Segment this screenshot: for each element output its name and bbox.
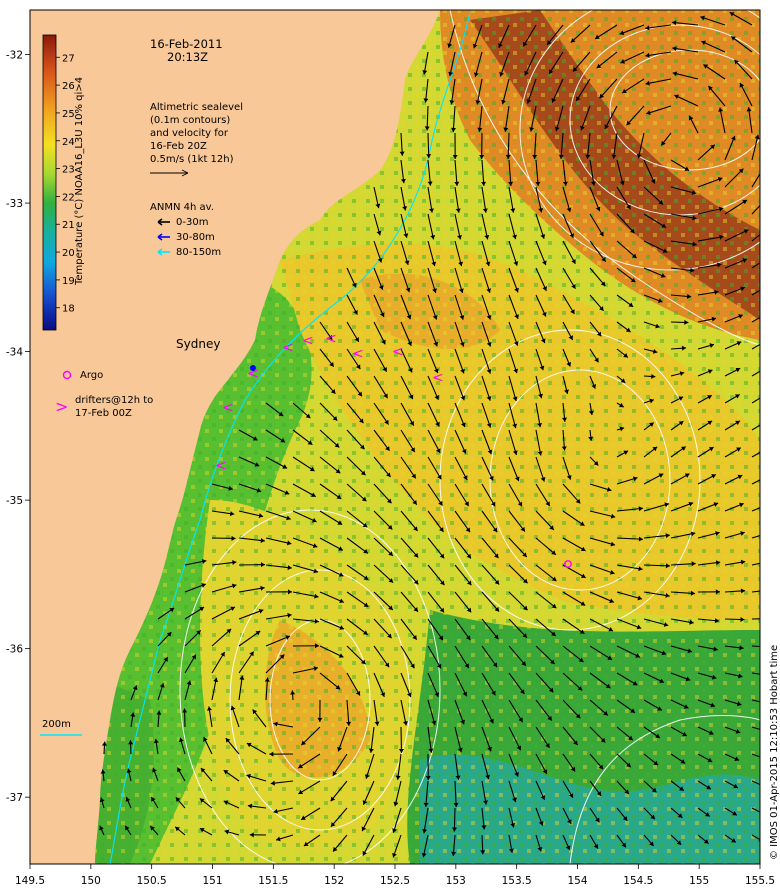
drifter-legend-line-1: drifters@12h to (75, 395, 153, 406)
longitude-axis: 149.5 150 150.5 151 151.5 152 152.5 153 153.5 154… (15, 864, 775, 887)
place-label-sydney: Sydney (176, 337, 220, 351)
drifter-marker: < (392, 344, 404, 360)
colorbar-tick-label: 19 (62, 276, 75, 287)
drifter-legend-icon: > (55, 397, 68, 416)
colorbar-title: Temperature (°C) NOAA16_L3U 10% qi>4 (74, 77, 85, 286)
anmn-legend-label: 30-80m (176, 232, 215, 243)
lon-tick-label: 152.5 (380, 875, 410, 887)
anmn-title: ANMN 4h av. (150, 202, 214, 213)
anmn-mooring-marker (250, 365, 256, 371)
argo-legend-label: Argo (80, 370, 103, 381)
drifter-marker: < (432, 370, 444, 386)
colorbar-tick-label: 23 (62, 165, 75, 176)
map-date: 16-Feb-2011 (150, 37, 223, 51)
annotation-line-4: 16-Feb 20Z (150, 141, 207, 152)
colorbar-tick-label: 20 (62, 248, 75, 259)
lat-tick-label: -33 (6, 198, 23, 210)
anmn-legend-label: 0-30m (176, 217, 208, 228)
lat-tick-label: -32 (6, 50, 23, 62)
anmn-legend-label: 80-150m (176, 247, 221, 258)
lon-tick-label: 154 (567, 875, 587, 887)
isobath-legend-label: 200m (42, 719, 71, 730)
lon-tick-label: 153 (446, 875, 466, 887)
colorbar-scale (42, 34, 57, 331)
colorbar-tick-label: 24 (62, 137, 75, 148)
colorbar-tick-label: 27 (62, 53, 75, 64)
drifter-marker: < (325, 331, 337, 347)
lon-tick-label: 154.5 (623, 875, 653, 887)
drifter-marker: < (222, 400, 234, 416)
sst-field (30, 10, 760, 864)
annotation-line-2: (0.1m contours) (150, 115, 230, 126)
lat-tick-label: -37 (6, 792, 23, 804)
annotation-line-5: 0.5m/s (1kt 12h) (150, 154, 234, 165)
credit-text: © IMOS 01-Apr-2015 12:10:53 Hobart time (769, 645, 780, 860)
drifter-marker: < (215, 458, 227, 474)
annotation-line-1: Altimetric sealevel (150, 102, 243, 113)
lon-tick-label: 150.5 (137, 875, 167, 887)
lon-tick-label: 150 (81, 875, 101, 887)
drifter-marker: < (282, 340, 294, 356)
lon-tick-label: 151.5 (258, 875, 288, 887)
drifter-marker: < (302, 333, 314, 349)
lon-tick-label: 155.5 (745, 875, 775, 887)
colorbar-tick-label: 18 (62, 304, 75, 315)
colorbar-tick-label: 26 (62, 81, 75, 92)
lon-tick-label: 149.5 (15, 875, 45, 887)
lat-tick-label: -34 (6, 347, 23, 359)
lon-tick-label: 151 (202, 875, 222, 887)
lon-tick-label: 152 (324, 875, 344, 887)
colorbar-tick-label: 22 (62, 192, 75, 203)
lon-tick-label: 153.5 (502, 875, 532, 887)
annotation-line-3: and velocity for (150, 128, 229, 139)
latitude-axis: -32 -33 -34 -35 -36 -37 (6, 50, 30, 804)
sst-map: << < << <<<< 27262524232221201918 Temperatu… (6, 9, 780, 887)
colorbar-tick-label: 21 (62, 220, 75, 231)
drifter-marker: < (352, 346, 364, 362)
lon-tick-label: 155 (689, 875, 709, 887)
colorbar-tick-label: 25 (62, 109, 75, 120)
lat-tick-label: -36 (6, 644, 23, 656)
drifter-legend-line-2: 17-Feb 00Z (75, 408, 132, 419)
map-time: 20:13Z (167, 50, 208, 64)
lat-tick-label: -35 (6, 495, 23, 507)
